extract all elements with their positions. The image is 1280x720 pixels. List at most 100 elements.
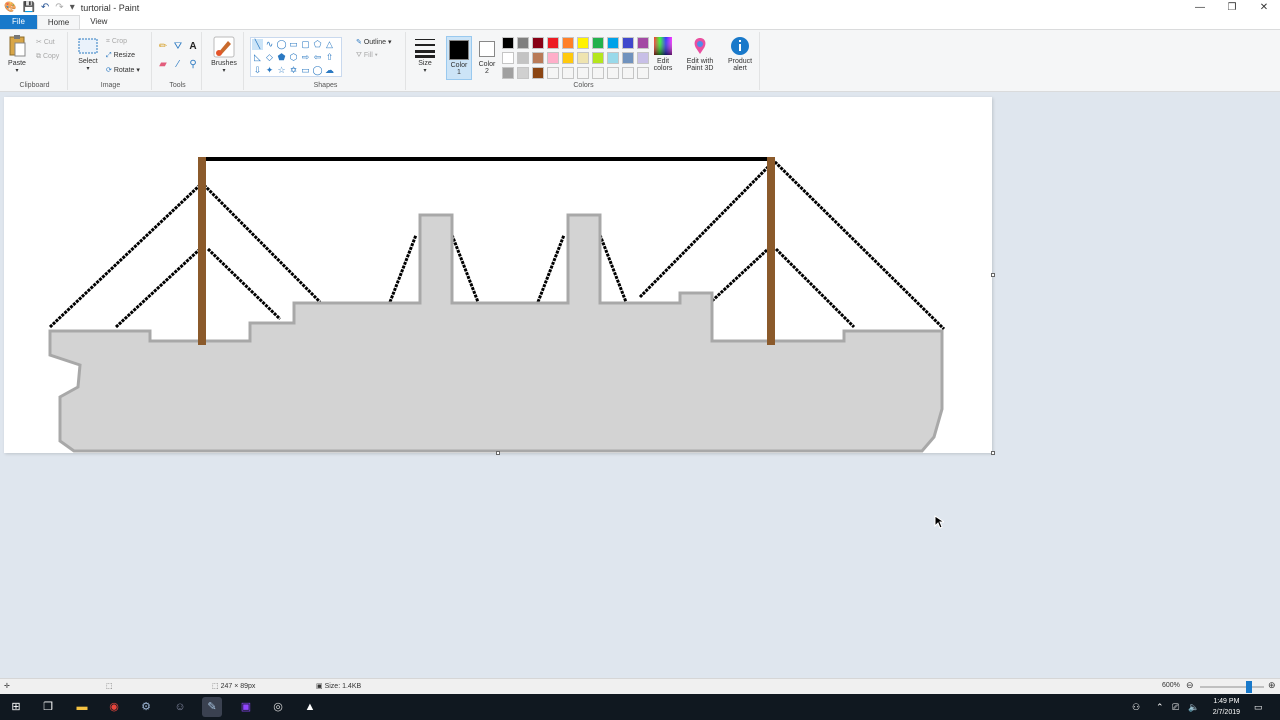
steam-icon[interactable]: ⚙ [136, 697, 156, 717]
tab-view[interactable]: View [80, 15, 117, 29]
down-arrow-shape-icon[interactable]: ⇩ [252, 65, 263, 76]
palette-swatch[interactable] [622, 37, 634, 49]
windows-start-icon[interactable]: ⊞ [6, 697, 26, 717]
magnifier-icon[interactable]: ⚲ [187, 59, 199, 71]
system-clock[interactable]: 1:49 PM 2/7/2019 [1213, 696, 1240, 718]
right-triangle-shape-icon[interactable]: ◺ [252, 52, 263, 63]
discord-icon[interactable]: ☺ [170, 697, 190, 717]
diamond-shape-icon[interactable]: ◇ [264, 52, 275, 63]
show-hidden-icons[interactable]: ⌃ [1156, 694, 1164, 720]
palette-swatch[interactable] [502, 52, 514, 64]
file-explorer-icon[interactable]: ▬ [72, 697, 92, 717]
palette-swatch[interactable] [592, 52, 604, 64]
photos-icon[interactable]: ▲ [300, 697, 320, 717]
palette-swatch[interactable] [532, 52, 544, 64]
crop-button[interactable]: ⌗ Crop [106, 38, 127, 46]
left-arrow-shape-icon[interactable]: ⇦ [312, 52, 323, 63]
callout-rect-icon[interactable]: ▭ [300, 65, 311, 76]
five-point-star-icon[interactable]: ☆ [276, 65, 287, 76]
color-2-button[interactable]: Color 2 [474, 36, 500, 80]
fill-bucket-icon[interactable]: ⛛ [172, 41, 184, 53]
paste-button[interactable]: Paste ▾ [4, 34, 30, 74]
undo-icon[interactable]: ↶ [41, 1, 49, 15]
palette-swatch[interactable] [517, 52, 529, 64]
palette-swatch[interactable] [577, 37, 589, 49]
pencil-icon[interactable]: ✏ [157, 41, 169, 53]
palette-swatch[interactable] [637, 67, 649, 79]
triangle-shape-icon[interactable]: △ [324, 39, 335, 50]
copy-button[interactable]: ⧉ Copy [36, 53, 59, 61]
palette-swatch[interactable] [592, 37, 604, 49]
edit-with-paint3d-button[interactable]: Edit with Paint 3D [682, 36, 718, 72]
zoom-slider-thumb[interactable] [1246, 681, 1253, 693]
palette-swatch[interactable] [637, 37, 649, 49]
text-tool-icon[interactable]: A [187, 41, 199, 53]
hexagon-shape-icon[interactable]: ⬡ [288, 52, 299, 63]
close-button[interactable]: ✕ [1248, 0, 1280, 16]
action-center-icon[interactable]: ▭ [1254, 694, 1263, 720]
twitch-icon[interactable]: ▣ [236, 697, 256, 717]
rectangle-shape-icon[interactable]: ▭ [288, 39, 299, 50]
palette-swatch[interactable] [607, 52, 619, 64]
drawing-canvas[interactable] [4, 97, 995, 455]
palette-swatch[interactable] [637, 52, 649, 64]
polygon-shape-icon[interactable]: ⬠ [312, 39, 323, 50]
palette-swatch[interactable] [532, 37, 544, 49]
palette-swatch[interactable] [532, 67, 544, 79]
palette-swatch[interactable] [577, 67, 589, 79]
select-button[interactable]: Select ▾ [74, 36, 102, 72]
palette-swatch[interactable] [517, 37, 529, 49]
rounded-rectangle-shape-icon[interactable]: ▢ [300, 39, 311, 50]
obs-icon[interactable]: ◎ [268, 697, 288, 717]
zoom-slider-track[interactable] [1200, 686, 1264, 688]
resize-handle-corner[interactable] [991, 451, 995, 455]
up-arrow-shape-icon[interactable]: ⇧ [324, 52, 335, 63]
zoom-out-button[interactable]: ⊖ [1186, 680, 1194, 691]
palette-swatch[interactable] [577, 52, 589, 64]
oval-shape-icon[interactable]: ◯ [276, 39, 287, 50]
curve-shape-icon[interactable]: ∿ [264, 39, 275, 50]
palette-swatch[interactable] [547, 67, 559, 79]
volume-icon[interactable]: 🔈 [1188, 694, 1199, 720]
network-icon[interactable]: ⎚ [1172, 694, 1179, 720]
save-icon[interactable]: 💾 [22, 1, 34, 15]
line-shape-icon[interactable]: ╲ [252, 39, 263, 50]
resize-handle-right[interactable] [991, 273, 995, 277]
maximize-button[interactable]: ❐ [1216, 0, 1248, 16]
outline-dropdown[interactable]: ✎ Outline ▾ [356, 38, 391, 46]
palette-swatch[interactable] [562, 67, 574, 79]
palette-swatch[interactable] [517, 67, 529, 79]
resize-handle-bottom[interactable] [496, 451, 500, 455]
color-1-button[interactable]: Color 1 [446, 36, 472, 80]
pentagon-shape-icon[interactable]: ⬟ [276, 52, 287, 63]
cut-button[interactable]: ✂ Cut [36, 38, 55, 46]
palette-swatch[interactable] [547, 52, 559, 64]
palette-swatch[interactable] [547, 37, 559, 49]
palette-swatch[interactable] [562, 52, 574, 64]
color-picker-icon[interactable]: ⁄ [172, 59, 184, 71]
people-icon[interactable]: ⚇ [1132, 694, 1140, 720]
chrome-icon[interactable]: ◉ [104, 697, 124, 717]
eraser-icon[interactable]: ▰ [157, 59, 169, 71]
task-view-icon[interactable]: ❐ [38, 697, 58, 717]
size-button[interactable]: Size ▾ [412, 36, 438, 74]
callout-oval-icon[interactable]: ◯ [312, 65, 323, 76]
tab-file[interactable]: File [0, 15, 37, 29]
palette-swatch[interactable] [502, 37, 514, 49]
palette-swatch[interactable] [622, 67, 634, 79]
zoom-in-button[interactable]: ⊕ [1268, 680, 1276, 691]
right-arrow-shape-icon[interactable]: ⇨ [300, 52, 311, 63]
palette-swatch[interactable] [502, 67, 514, 79]
palette-swatch[interactable] [562, 37, 574, 49]
redo-icon[interactable]: ↷ [55, 1, 63, 15]
callout-cloud-icon[interactable]: ☁ [324, 65, 335, 76]
brushes-button[interactable]: Brushes ▾ [209, 36, 239, 74]
customize-qat-icon[interactable]: ▾ [70, 1, 75, 15]
palette-swatch[interactable] [622, 52, 634, 64]
six-point-star-icon[interactable]: ✡ [288, 65, 299, 76]
edit-colors-button[interactable]: Edit colors [649, 36, 677, 72]
four-point-star-icon[interactable]: ✦ [264, 65, 275, 76]
tab-home[interactable]: Home [36, 15, 81, 29]
minimize-button[interactable]: — [1184, 0, 1216, 16]
palette-swatch[interactable] [607, 37, 619, 49]
